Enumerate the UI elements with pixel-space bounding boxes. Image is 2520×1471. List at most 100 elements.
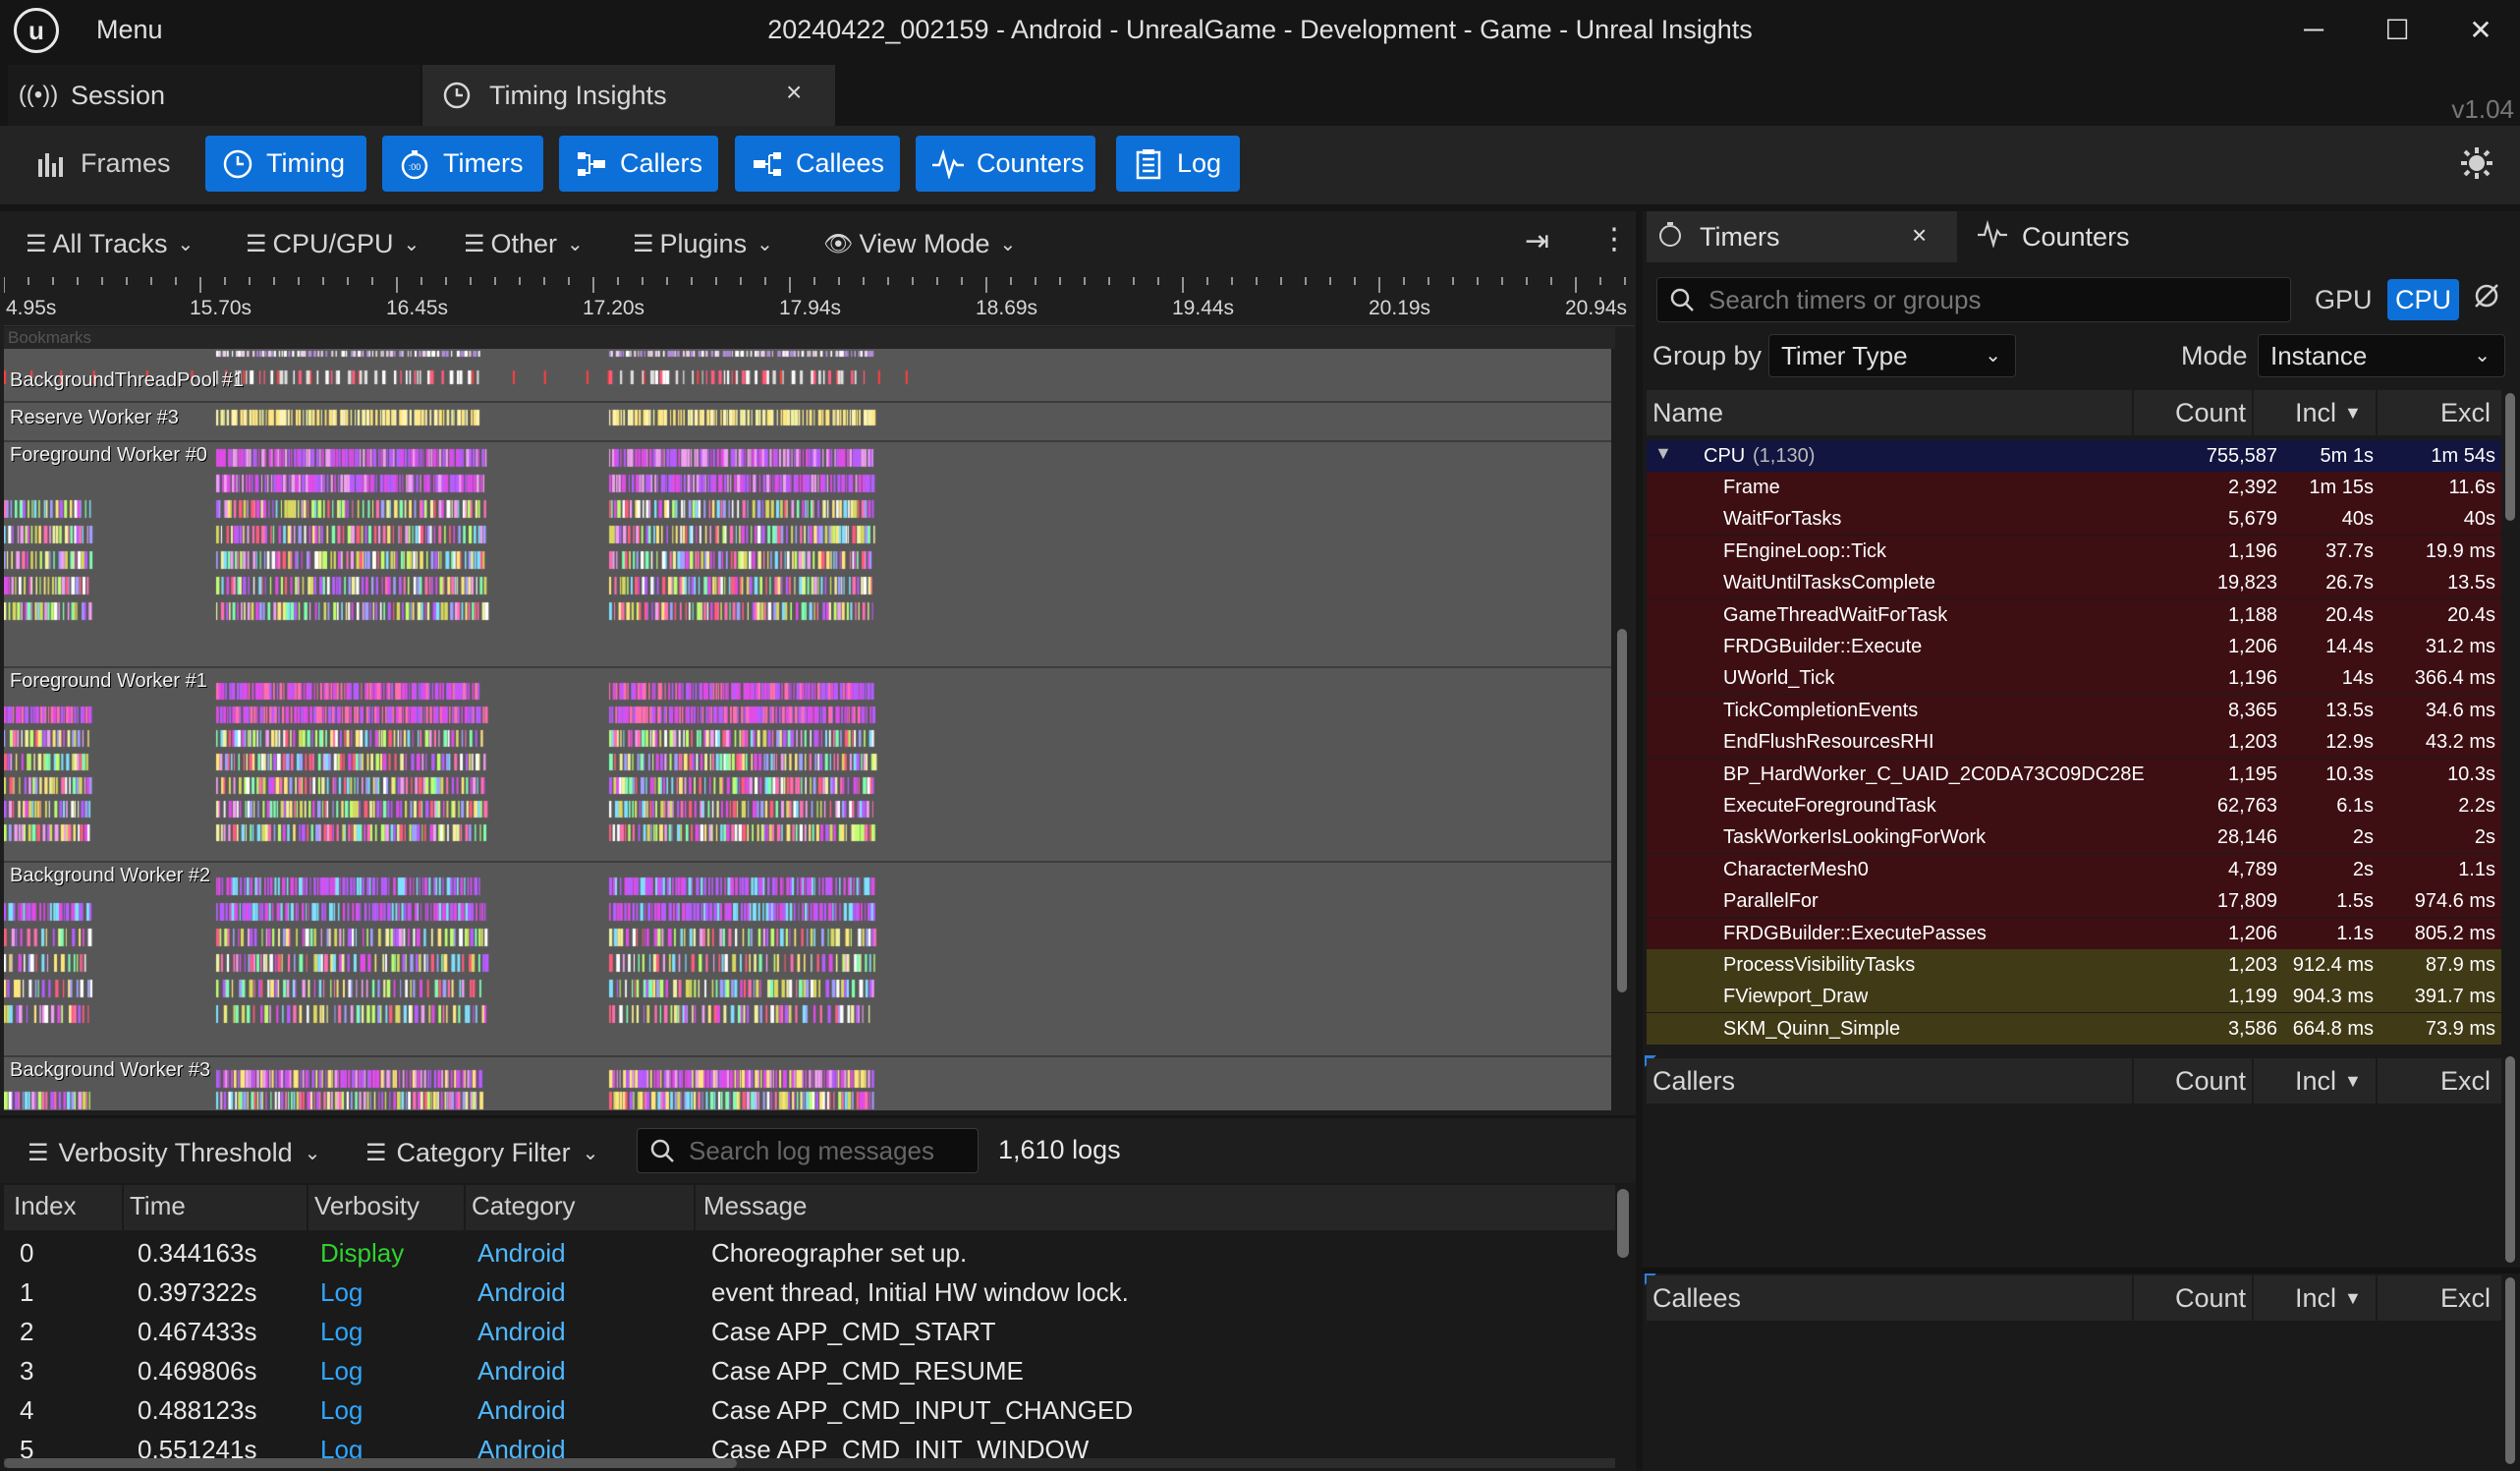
expand-arrow-icon[interactable]: ▼ [1654,443,1672,464]
category-filter-dropdown[interactable]: ☰ Category Filter ⌄ [365,1135,598,1170]
log-row[interactable]: 3 0.469806s Log Android Case APP_CMD_RESUME [4,1350,1615,1389]
log-horizontal-scrollbar[interactable] [4,1458,737,1468]
column-header-verbosity[interactable]: Verbosity [314,1191,420,1221]
callers-column-excl[interactable]: Excl [2440,1066,2491,1097]
timer-row[interactable]: Frame 2,392 1m 15s 11.6s [1647,472,2501,503]
settings-gear-icon[interactable] [2459,145,2494,190]
column-divider[interactable] [2252,390,2254,435]
column-header-time[interactable]: Time [130,1191,186,1221]
callers-icon [575,147,608,181]
tab-counters[interactable]: Counters [1959,211,2254,262]
tab-timers[interactable]: Timers [1647,211,1957,262]
callees-column-count[interactable]: Count [2175,1283,2246,1314]
timer-search-input[interactable]: Search timers or groups [1656,277,2291,322]
minimize-button[interactable]: ─ [2279,10,2348,49]
column-divider[interactable] [2376,1058,2378,1103]
counters-button[interactable]: Counters [916,136,1095,192]
column-divider[interactable] [122,1185,124,1230]
more-options-icon[interactable]: ⋮ [1599,222,1629,256]
column-divider[interactable] [2252,1275,2254,1321]
cpu-gpu-dropdown[interactable]: ☰ CPU/GPU ⌄ [246,226,420,261]
log-row[interactable]: 4 0.488123s Log Android Case APP_CMD_INPUT_C… [4,1389,1615,1429]
column-divider[interactable] [2252,1058,2254,1103]
timer-row[interactable]: ExecuteForegroundTask 62,763 6.1s 2.2s [1647,790,2501,821]
timers-button[interactable]: :00 Timers [382,136,543,192]
callees-vertical-scrollbar[interactable] [2505,1277,2515,1464]
callers-button[interactable]: Callers [559,136,718,192]
group-by-select[interactable]: Timer Type ⌄ [1768,334,2016,377]
all-tracks-dropdown[interactable]: ☰ All Tracks ⌄ [26,226,194,261]
mode-select[interactable]: Instance ⌄ [2258,334,2505,377]
timers-tree[interactable]: ▼ CPU (1,130) 755,587 5m 1s 1m 54s Frame 2,392 1… [1647,440,2501,1047]
column-header-index[interactable]: Index [14,1191,77,1221]
column-divider[interactable] [2376,390,2378,435]
timer-row[interactable]: FViewport_Draw 1,199 904.3 ms 391.7 ms [1647,981,2501,1013]
zero-count-filter-icon[interactable] [2472,281,2501,317]
timing-events-canvas[interactable] [4,349,1611,1110]
timer-row[interactable]: WaitForTasks 5,679 40s 40s [1647,503,2501,536]
tab-session[interactable]: ((•)) Session [8,65,420,126]
close-window-button[interactable]: ✕ [2446,10,2515,49]
frames-button[interactable]: Frames [20,136,187,192]
tracks-area[interactable] [4,349,1611,1110]
timer-row[interactable]: TaskWorkerIsLookingForWork 28,146 2s 2s [1647,821,2501,854]
close-tab-button[interactable]: × [786,77,802,108]
timers-vertical-scrollbar[interactable] [2505,393,2515,521]
timer-row[interactable]: FEngineLoop::Tick 1,196 37.7s 19.9 ms [1647,535,2501,567]
search-icon [650,1139,674,1162]
callees-column-excl[interactable]: Excl [2440,1283,2491,1314]
other-dropdown[interactable]: ☰ Other ⌄ [464,226,584,261]
timer-row[interactable]: BP_HardWorker_C_UAID_2C0DA73C09DC28E 1,19… [1647,758,2501,790]
timer-row[interactable]: ParallelFor 17,809 1.5s 974.6 ms [1647,885,2501,918]
timer-row[interactable]: EndFlushResourcesRHI 1,203 12.9s 43.2 ms [1647,726,2501,759]
timer-row[interactable]: TickCompletionEvents 8,365 13.5s 34.6 ms [1647,694,2501,726]
callees-title[interactable]: Callees [1652,1283,1741,1314]
timer-row[interactable]: FRDGBuilder::Execute 1,206 14.4s 31.2 ms [1647,631,2501,662]
callers-title[interactable]: Callers [1652,1066,1735,1097]
log-row[interactable]: 0 0.344163s Display Android Choreographer se… [4,1232,1615,1272]
log-row[interactable]: 2 0.467433s Log Android Case APP_CMD_START [4,1311,1615,1350]
timer-row[interactable]: ProcessVisibilityTasks 1,203 912.4 ms 87.9 … [1647,949,2501,981]
timing-vertical-scrollbar[interactable] [1617,629,1627,992]
column-divider[interactable] [694,1185,696,1230]
column-header-message[interactable]: Message [703,1191,808,1221]
auto-scroll-icon[interactable]: ⇥ [1525,224,1549,258]
gpu-toggle[interactable]: GPU [2305,279,2382,320]
column-divider[interactable] [464,1185,466,1230]
column-header-category[interactable]: Category [472,1191,576,1221]
column-header-incl[interactable]: Incl [2295,398,2336,428]
callers-vertical-scrollbar[interactable] [2505,1056,2515,1263]
tab-timing-insights[interactable]: Timing Insights [422,65,835,126]
column-divider[interactable] [2132,390,2134,435]
timer-row[interactable]: SKM_Quinn_Simple 3,586 664.8 ms 73.9 ms [1647,1012,2501,1045]
view-mode-dropdown[interactable]: 👁 View Mode ⌄ [823,226,1016,261]
callees-button[interactable]: Callees [735,136,900,192]
callers-column-count[interactable]: Count [2175,1066,2246,1097]
column-divider[interactable] [307,1185,308,1230]
column-header-count[interactable]: Count [2175,398,2246,428]
timer-group-row[interactable]: ▼ CPU (1,130) 755,587 5m 1s 1m 54s [1647,440,2501,472]
close-timers-tab-button[interactable]: × [1912,220,1927,251]
log-vertical-scrollbar[interactable] [1617,1189,1629,1258]
timer-row[interactable]: GameThreadWaitForTask 1,188 20.4s 20.4s [1647,598,2501,631]
log-search-input[interactable]: Search log messages [637,1128,979,1173]
verbosity-threshold-dropdown[interactable]: ☰ Verbosity Threshold ⌄ [28,1135,320,1170]
column-divider[interactable] [2132,1058,2134,1103]
column-header-name[interactable]: Name [1652,398,1723,428]
maximize-button[interactable]: ☐ [2363,10,2432,49]
plugins-dropdown[interactable]: ☰ Plugins ⌄ [633,226,773,261]
log-button[interactable]: Log [1116,136,1240,192]
callers-column-incl[interactable]: Incl [2295,1066,2336,1097]
timer-row[interactable]: CharacterMesh0 4,789 2s 1.1s [1647,853,2501,885]
column-header-excl[interactable]: Excl [2440,398,2491,428]
column-divider[interactable] [2132,1275,2134,1321]
cpu-toggle[interactable]: CPU [2387,279,2460,320]
timing-button[interactable]: Timing [205,136,366,192]
timer-row[interactable]: UWorld_Tick 1,196 14s 366.4 ms [1647,662,2501,695]
timer-row[interactable]: FRDGBuilder::ExecutePasses 1,206 1.1s 805.2… [1647,917,2501,949]
timer-row[interactable]: WaitUntilTasksComplete 19,823 26.7s 13.5s [1647,567,2501,599]
panel-splitter[interactable] [1643,1268,2520,1273]
callees-column-incl[interactable]: Incl [2295,1283,2336,1314]
column-divider[interactable] [2376,1275,2378,1321]
log-row[interactable]: 1 0.397322s Log Android event thread, Initia… [4,1272,1615,1311]
